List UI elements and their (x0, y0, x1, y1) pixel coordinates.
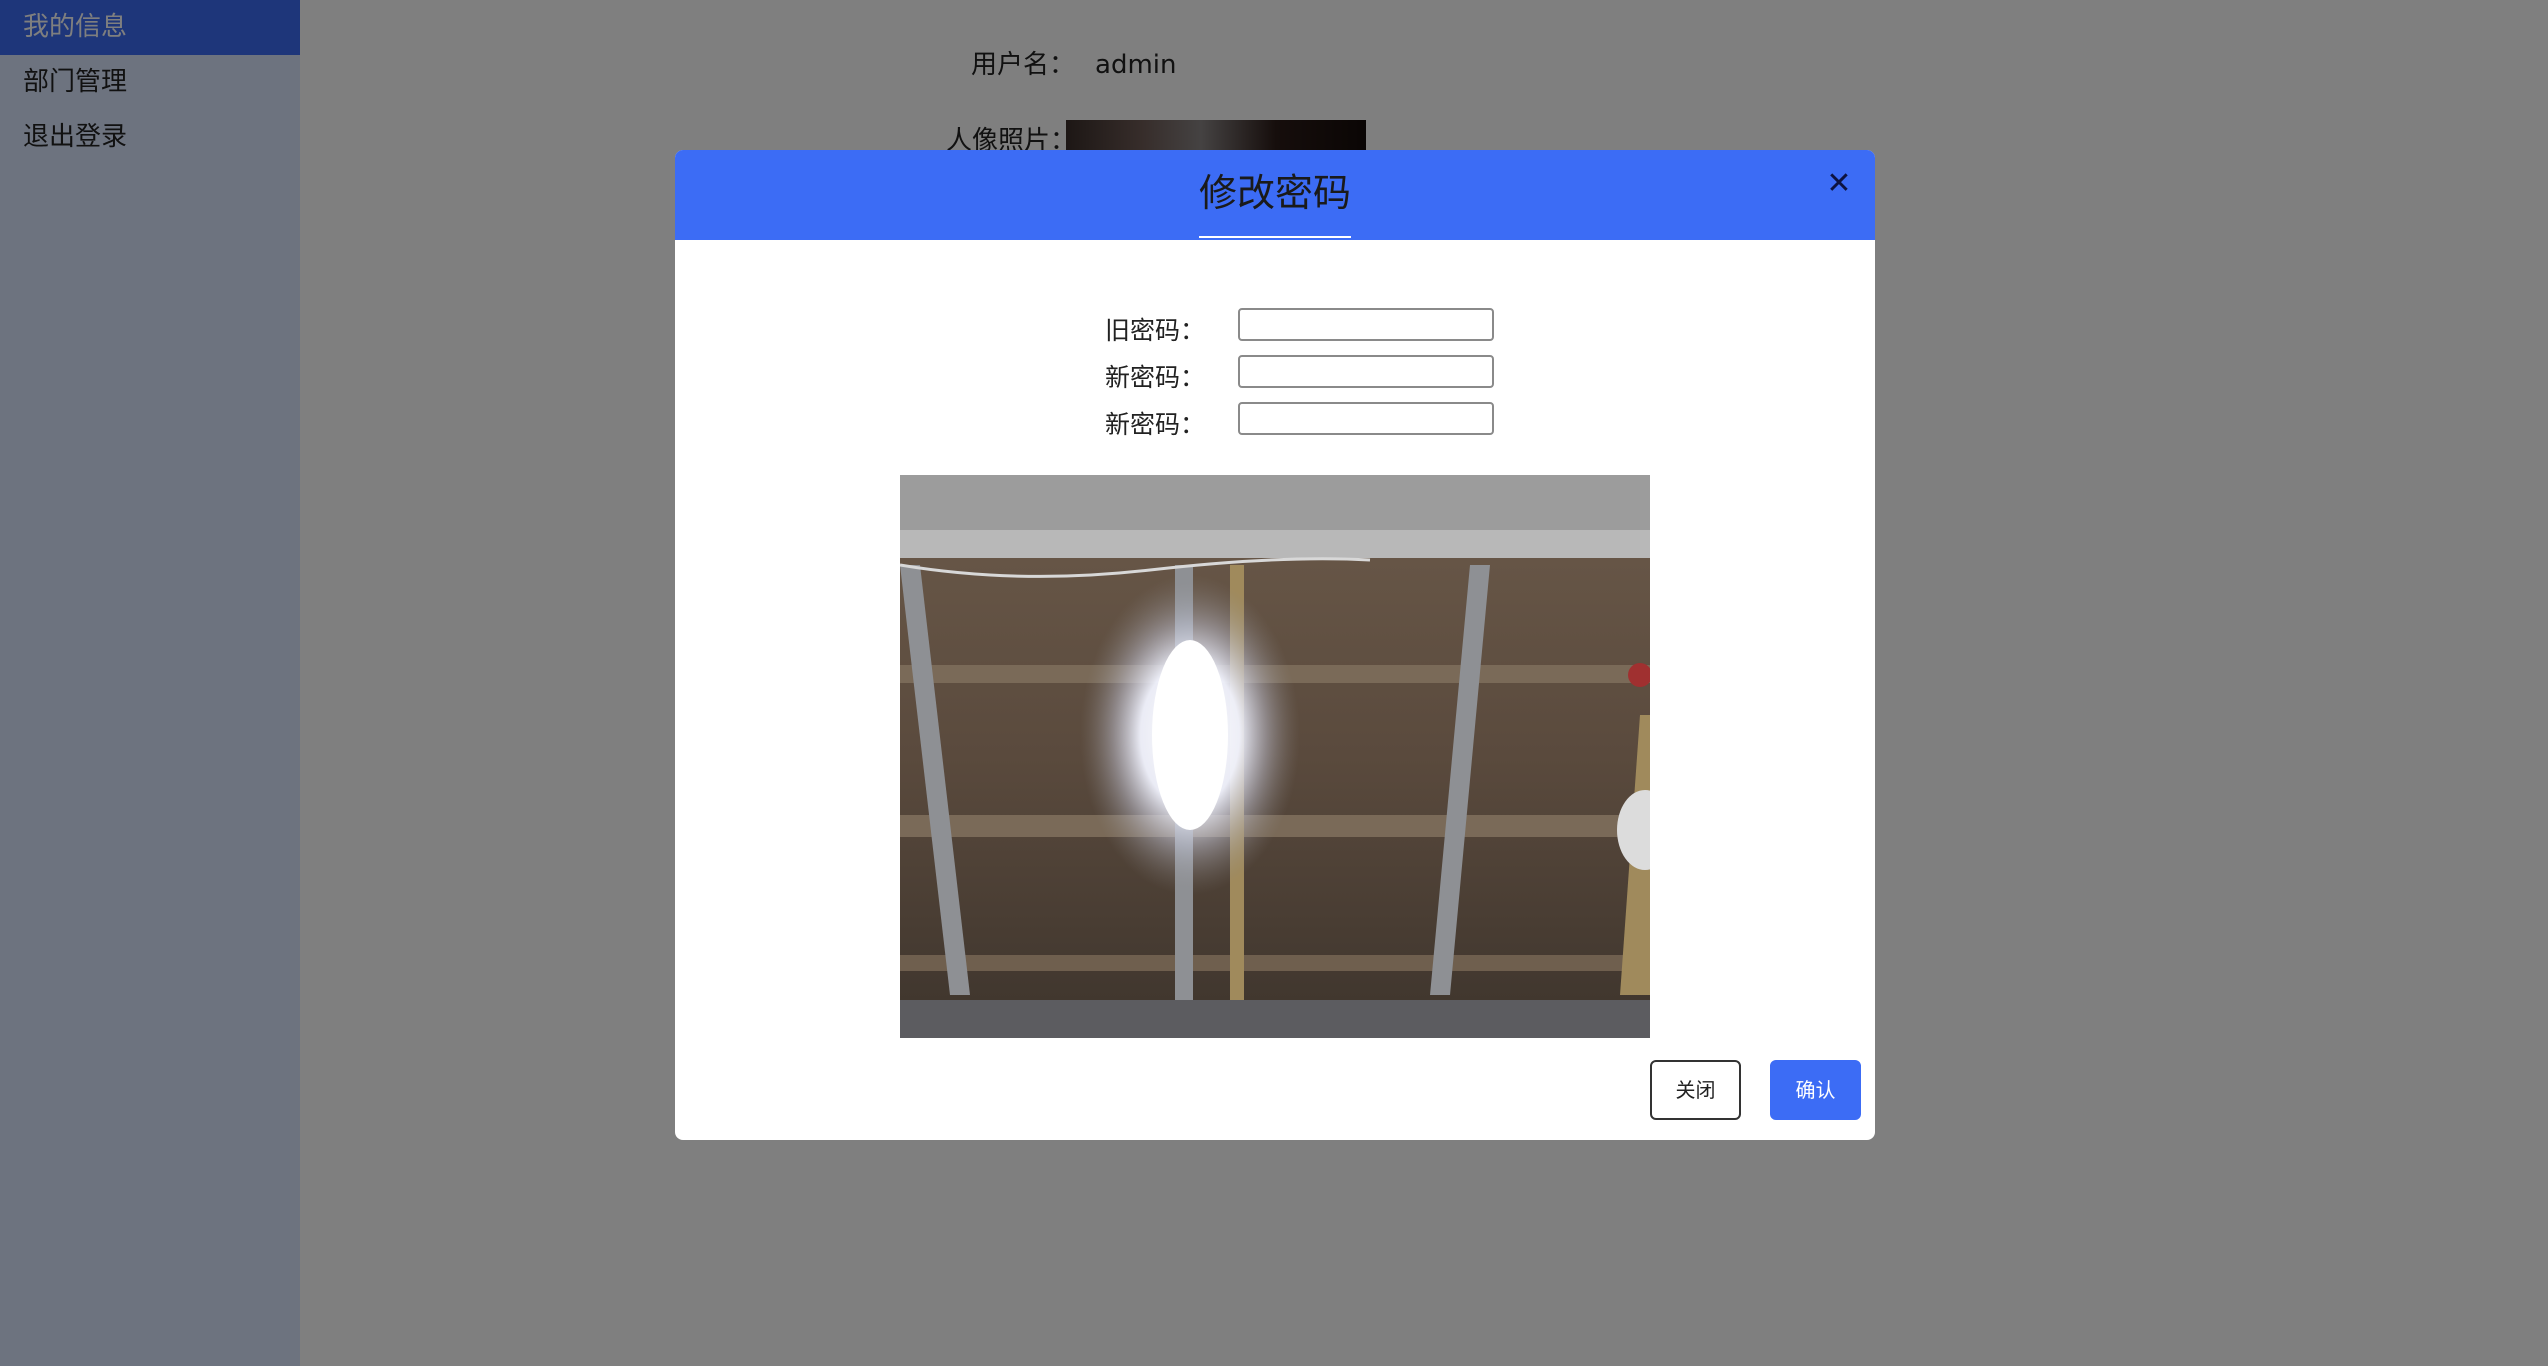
confirm-password-label: 新密码： (1105, 410, 1206, 439)
old-password-input[interactable] (1238, 308, 1494, 341)
close-icon[interactable]: ✕ (1819, 164, 1859, 204)
old-password-label: 旧密码： (1105, 316, 1206, 345)
camera-preview (900, 475, 1650, 1038)
confirm-password-row: 新密码： (675, 399, 1875, 446)
camera-frame-image (900, 475, 1650, 1038)
new-password-row: 新密码： (675, 352, 1875, 399)
confirm-button[interactable]: 确认 (1770, 1060, 1861, 1120)
new-password-label: 新密码： (1105, 363, 1206, 392)
close-button[interactable]: 关闭 (1650, 1060, 1741, 1120)
new-password-input[interactable] (1238, 355, 1494, 388)
change-password-modal: 修改密码 ✕ 旧密码： 新密码： 新密码： 关闭 确认 (675, 150, 1875, 1140)
old-password-row: 旧密码： (675, 305, 1875, 352)
modal-title: 修改密码 (1198, 150, 1351, 238)
confirm-password-input[interactable] (1238, 402, 1494, 435)
modal-header: 修改密码 ✕ (675, 150, 1875, 240)
password-form: 旧密码： 新密码： 新密码： (675, 305, 1875, 446)
